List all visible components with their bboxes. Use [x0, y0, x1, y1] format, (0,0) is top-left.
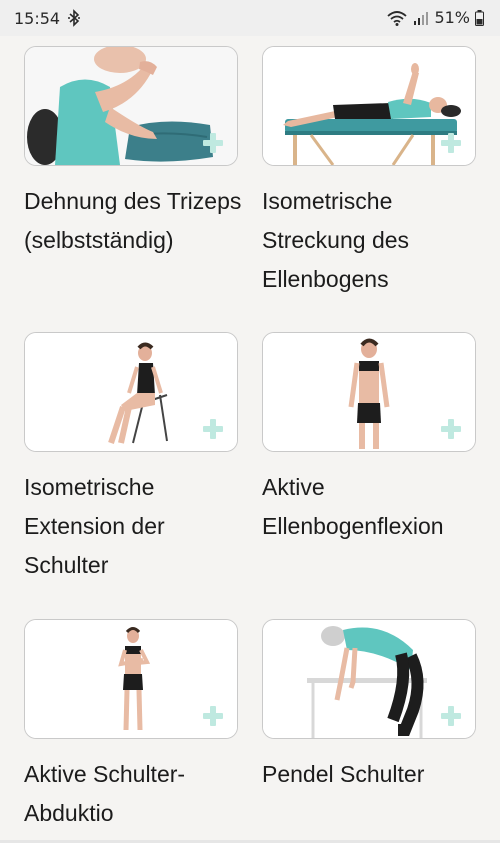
add-plus-icon[interactable] [441, 133, 461, 153]
battery-percent: 51% [434, 8, 470, 27]
exercise-thumbnail[interactable] [262, 46, 476, 166]
exercise-title[interactable]: Isometrische Streckung des Ellenbogens [262, 182, 492, 299]
status-bar: 15:54 51% [0, 0, 500, 36]
exercise-title[interactable]: Aktive Ellenbogenflexion [262, 468, 492, 546]
status-time: 15:54 [14, 9, 61, 28]
battery-icon [475, 9, 484, 26]
add-plus-icon[interactable] [441, 419, 461, 439]
bluetooth-icon [68, 9, 80, 27]
wifi-icon [387, 10, 408, 26]
exercise-grid: Dehnung des Trizeps (selbstständig) Isom… [0, 36, 500, 843]
exercise-title[interactable]: Aktive Schulter-Abduktio [24, 755, 254, 833]
exercise-thumbnail[interactable] [24, 46, 238, 166]
exercise-thumbnail[interactable] [24, 332, 238, 452]
exercise-title[interactable]: Pendel Schulter [262, 755, 492, 794]
add-plus-icon[interactable] [203, 419, 223, 439]
add-plus-icon[interactable] [441, 706, 461, 726]
exercise-thumbnail[interactable] [262, 619, 476, 739]
exercise-thumbnail[interactable] [262, 332, 476, 452]
exercise-title[interactable]: Dehnung des Trizeps (selbstständig) [24, 182, 254, 260]
exercise-thumbnail[interactable] [24, 619, 238, 739]
exercise-title[interactable]: Isometrische Extension der Schulter [24, 468, 254, 585]
add-plus-icon[interactable] [203, 706, 223, 726]
signal-icon [414, 11, 429, 25]
status-icons: 51% [386, 8, 484, 27]
add-plus-icon[interactable] [203, 133, 223, 153]
